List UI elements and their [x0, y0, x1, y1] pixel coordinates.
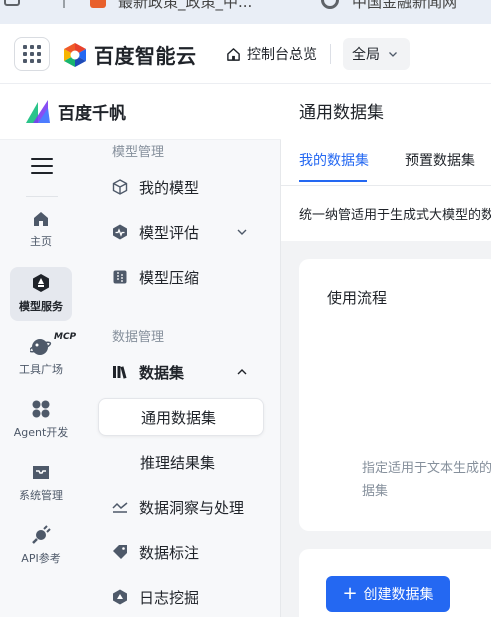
workflow-note: 指定适用于文本生成的数据集 — [362, 461, 491, 499]
chevron-down-icon — [389, 52, 397, 57]
page-header: 通用数据集 我的数据集 预置数据集 统一纳管适用于生成式大模型的数据集 — [281, 84, 491, 241]
qianfan-logo-icon — [26, 99, 50, 123]
compress-icon — [112, 269, 128, 285]
console-overview-link[interactable]: 控制台总览 — [226, 44, 317, 64]
browser-tab-title-2[interactable]: 中国金融新闻网 — [352, 0, 457, 12]
menu-item-model-eval[interactable]: 模型评估 — [98, 213, 264, 251]
inbox-icon — [33, 466, 49, 479]
rail-item-label: 模型服务 — [19, 300, 63, 313]
rail-item-label: Agent开发 — [13, 426, 69, 439]
main-content: 通用数据集 我的数据集 预置数据集 统一纳管适用于生成式大模型的数据集 使用流程… — [281, 84, 491, 617]
menu-item-label: 数据集 — [139, 363, 185, 382]
rail-item-home[interactable]: 主页 — [10, 204, 72, 258]
mcp-badge: MCP — [54, 332, 77, 342]
log-mining-icon — [112, 589, 128, 605]
rail-item-label: 主页 — [30, 235, 52, 248]
rail-divider — [26, 196, 58, 197]
menu-item-label: 推理结果集 — [140, 453, 216, 472]
page-description: 统一纳管适用于生成式大模型的数据集 — [299, 208, 491, 223]
region-value: 全局 — [352, 47, 380, 63]
browser-apps-icon[interactable] — [4, 0, 20, 6]
tab-preset-datasets[interactable]: 预置数据集 — [405, 150, 475, 182]
product-header[interactable]: 百度千帆 — [0, 84, 281, 140]
sub-navigation: 模型管理 我的模型 模型评估 模型压缩 数据管理 数据集 通用数据集 推理结果集 — [84, 140, 281, 617]
menu-item-label: 数据洞察与处理 — [139, 498, 245, 517]
menu-item-label: 日志挖掘 — [139, 588, 200, 607]
home-icon — [34, 212, 48, 226]
top-bar: 百度智能云 控制台总览 全局 — [0, 24, 491, 84]
rail-item-label: 工具广场 — [19, 363, 63, 376]
region-select[interactable]: 全局 — [343, 38, 410, 70]
menu-toggle-icon[interactable] — [31, 158, 53, 179]
tag-icon — [112, 544, 128, 560]
rail-item-model-service[interactable]: 模型服务 — [10, 267, 72, 321]
rail-item-label: API参考 — [21, 552, 61, 565]
tabs-divider — [281, 185, 491, 186]
model-service-icon — [33, 274, 49, 292]
tab-loading-icon — [321, 0, 339, 9]
baidu-cloud-logo-icon — [64, 42, 86, 67]
menu-item-model-compress[interactable]: 模型压缩 — [98, 258, 264, 296]
browser-tab-title[interactable]: 最新政策_政策_中... — [118, 0, 252, 12]
menu-item-label: 通用数据集 — [141, 408, 217, 427]
pulse-icon — [112, 224, 128, 240]
group-title-model: 模型管理 — [112, 145, 165, 160]
plus-icon: + — [342, 583, 358, 604]
brand-logo[interactable]: 百度智能云 — [62, 40, 197, 69]
chevron-up-icon — [237, 369, 247, 375]
menu-item-log-mining[interactable]: 日志挖掘 — [98, 578, 264, 616]
tab-divider — [63, 0, 65, 8]
rail-item-agent[interactable]: Agent开发 — [10, 393, 72, 447]
rail-item-system[interactable]: 系统管理 — [10, 456, 72, 510]
tab-my-datasets[interactable]: 我的数据集 — [299, 150, 369, 182]
product-name: 百度千帆 — [58, 104, 126, 124]
dataset-tabs: 我的数据集 预置数据集 — [299, 150, 491, 182]
menu-item-general-datasets[interactable]: 通用数据集 — [98, 398, 264, 436]
menu-item-my-models[interactable]: 我的模型 — [98, 168, 264, 206]
books-icon — [112, 364, 128, 380]
menu-item-inference-results[interactable]: 推理结果集 — [98, 443, 264, 481]
menu-item-data-labeling[interactable]: 数据标注 — [98, 533, 264, 571]
page-title: 通用数据集 — [299, 103, 384, 123]
home-outline-icon — [227, 47, 240, 61]
app-launcher-button[interactable] — [14, 37, 50, 71]
browser-tab-strip: 最新政策_政策_中... 中国金融新闻网 — [0, 0, 491, 24]
menu-item-label: 我的模型 — [139, 178, 200, 197]
rail-item-api[interactable]: API参考 — [10, 519, 72, 573]
brand-name: 百度智能云 — [94, 44, 197, 68]
menu-item-label: 模型压缩 — [139, 268, 200, 287]
rail-item-label: 系统管理 — [19, 489, 63, 502]
create-dataset-label: 创建数据集 — [363, 587, 434, 603]
menu-item-data-insight[interactable]: 数据洞察与处理 — [98, 488, 264, 526]
workflow-card: 使用流程 指定适用于文本生成的数据集 — [299, 259, 491, 531]
api-plug-icon — [32, 525, 51, 544]
chart-line-icon — [112, 499, 128, 515]
topbar-divider — [330, 44, 331, 64]
menu-item-label: 数据标注 — [139, 543, 200, 562]
create-dataset-button[interactable]: + 创建数据集 — [326, 576, 450, 612]
group-title-data: 数据管理 — [112, 330, 165, 345]
icon-rail: 主页 模型服务 MCP 工具广场 Agent开发 系统管理 API参考 — [0, 140, 84, 617]
dataset-list-card: + 创建数据集 — [299, 549, 491, 617]
cube-icon — [112, 179, 128, 195]
tools-icon — [30, 339, 52, 355]
chevron-down-icon — [237, 229, 247, 235]
menu-item-label: 模型评估 — [139, 223, 200, 242]
tab-favicon-icon — [90, 0, 106, 8]
rail-item-tools[interactable]: MCP 工具广场 — [10, 330, 76, 384]
grid-icon — [23, 45, 41, 63]
menu-item-datasets[interactable]: 数据集 — [98, 353, 264, 391]
console-overview-label: 控制台总览 — [247, 47, 317, 63]
workflow-title: 使用流程 — [327, 289, 388, 307]
agent-icon — [32, 400, 50, 418]
